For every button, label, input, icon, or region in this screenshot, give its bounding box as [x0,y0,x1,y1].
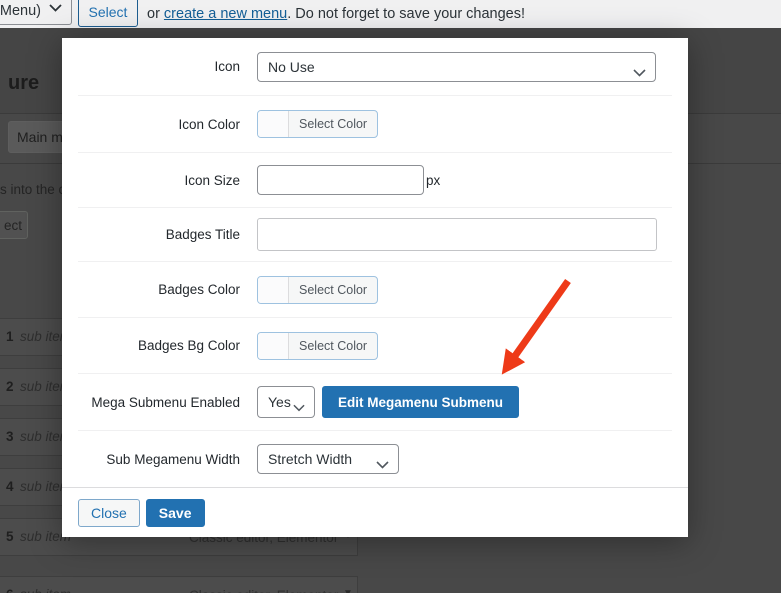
save-button[interactable]: Save [146,499,205,527]
wordpress-menu-editor-page: ure Main menu s into the c ect 1 sub ite… [0,0,781,593]
badges-bg-color-picker-button[interactable]: Select Color [257,332,378,360]
chevron-down-icon [293,399,305,415]
menu-structure-heading-fragment: ure [8,72,39,95]
color-swatch [258,333,289,359]
icon-color-label: Icon Color [78,117,240,132]
modal-footer: Close Save [62,487,688,537]
item-number: 5 [6,529,14,544]
badges-color-row: Badges Color Select Color [78,261,672,317]
sub-megamenu-width-row: Sub Megamenu Width Stretch Width [78,430,672,487]
color-swatch [258,111,289,137]
item-label: sub item [20,587,71,593]
save-changes-text: . Do not forget to save your changes! [287,6,525,22]
mega-submenu-select[interactable]: Yes [257,386,315,418]
drag-items-text-fragment: s into the c [0,182,65,197]
item-number: 4 [6,479,14,494]
chevron-down-icon [633,64,646,80]
badges-bg-color-row: Badges Bg Color Select Color [78,317,672,373]
edit-megamenu-submenu-button[interactable]: Edit Megamenu Submenu [322,386,519,418]
close-button[interactable]: Close [78,499,140,527]
item-number: 3 [6,429,14,444]
icon-size-input[interactable] [257,165,424,195]
item-number: 2 [6,379,14,394]
icon-row: Icon No Use [78,38,672,95]
menu-select-toolbar: Menu) Select or create a new menu. Do no… [0,0,781,28]
icon-color-row: Icon Color Select Color [78,95,672,152]
mega-submenu-row: Mega Submenu Enabled Yes Edit Megamenu S… [78,373,672,430]
item-number: 6 [6,587,14,593]
sub-megamenu-width-label: Sub Megamenu Width [78,452,240,467]
sub-megamenu-width-select[interactable]: Stretch Width [257,444,399,474]
px-suffix: px [426,173,440,188]
menu-item-row[interactable]: 6 sub item Classic editor, Elementor ▼ [0,576,358,593]
badges-title-row: Badges Title [78,207,672,261]
chevron-down-icon [49,0,62,16]
menu-select-dropdown[interactable]: Menu) [0,0,72,25]
background-button-fragment[interactable]: ect [0,211,28,239]
color-swatch [258,277,289,303]
caret-down-icon[interactable]: ▼ [343,588,353,593]
badges-bg-color-label: Badges Bg Color [78,338,240,353]
menu-item-settings-modal: Icon No Use Icon Color Select Color Icon… [62,38,688,537]
item-meta: Classic editor, Elementor [189,588,338,593]
modal-rows: Icon No Use Icon Color Select Color Icon… [62,38,688,487]
icon-label: Icon [78,59,240,74]
badges-color-label: Badges Color [78,282,240,297]
icon-size-label: Icon Size [78,173,240,188]
icon-size-row: Icon Size px [78,152,672,207]
create-new-menu-link[interactable]: create a new menu [164,6,287,22]
badges-title-input[interactable] [257,218,657,251]
toolbar-hint-text: or create a new menu. Do not forget to s… [147,0,525,28]
or-text: or [147,6,164,22]
icon-color-picker-button[interactable]: Select Color [257,110,378,138]
badges-color-picker-button[interactable]: Select Color [257,276,378,304]
select-menu-button[interactable]: Select [78,0,138,27]
icon-select[interactable]: No Use [257,52,656,82]
item-number: 1 [6,329,14,344]
mega-submenu-label: Mega Submenu Enabled [78,395,240,410]
chevron-down-icon [376,456,389,472]
badges-title-label: Badges Title [78,227,240,242]
